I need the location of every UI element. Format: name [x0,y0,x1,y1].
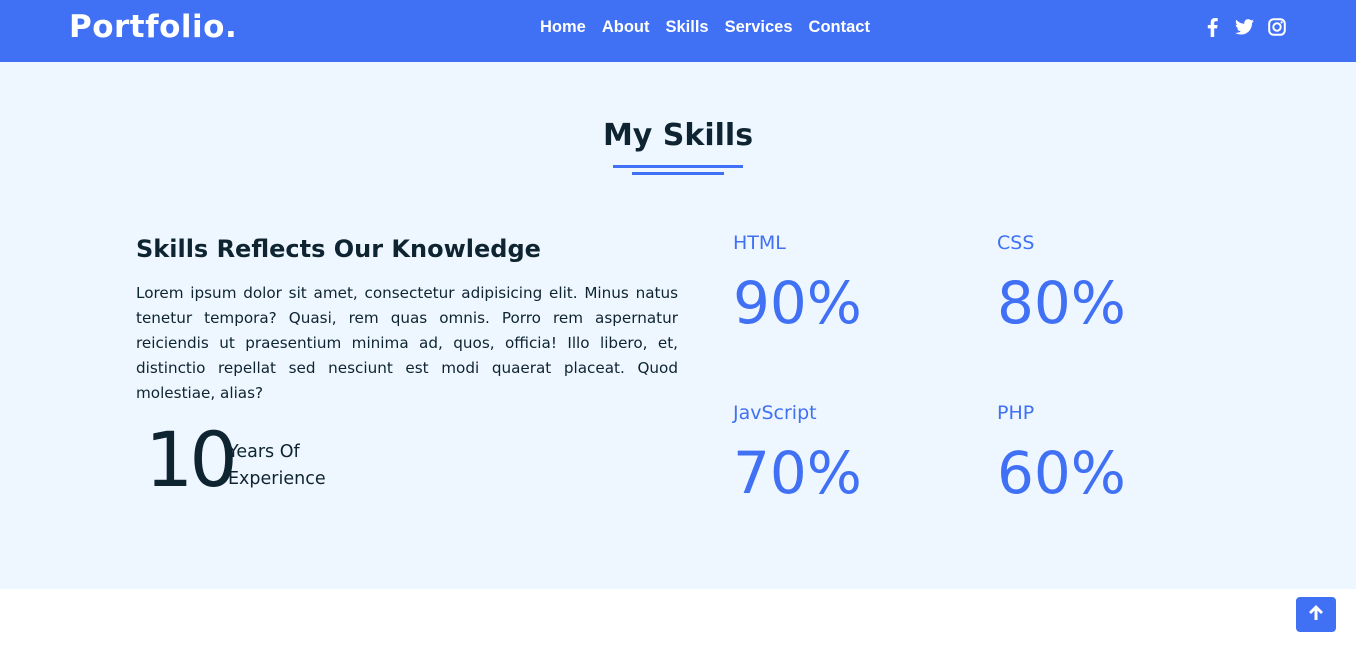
experience-number: 10 [145,415,238,504]
experience-label-line2: Experience [228,469,326,489]
nav-link-skills[interactable]: Skills [666,18,709,37]
skills-section: My Skills Skills Reflects Our Knowledge … [0,62,1356,589]
experience-label-line1: Years Of [228,442,300,462]
arrow-up-icon [1308,604,1324,625]
facebook-icon[interactable] [1203,17,1222,37]
title-underline [613,165,743,168]
skill-name: HTML [733,232,786,254]
skill-card-html: HTML 90% [733,232,862,332]
nav-link-about[interactable]: About [602,18,650,37]
skill-percent: 70% [733,439,862,507]
skill-card-javascript: JavScript 70% [733,402,862,502]
nav-link-contact[interactable]: Contact [809,18,870,37]
scroll-to-top-button[interactable] [1296,597,1336,632]
experience-label: Years Of Experience [228,439,326,493]
skill-card-php: PHP 60% [997,402,1126,502]
social-links [1203,17,1286,37]
nav-link-services[interactable]: Services [725,18,793,37]
navbar: Portfolio. Home About Skills Services Co… [0,0,1356,62]
skill-name: JavScript [733,402,817,424]
skill-percent: 80% [997,269,1126,337]
skills-subheading: Skills Reflects Our Knowledge [136,235,541,263]
skills-description: Lorem ipsum dolor sit amet, consectetur … [136,284,678,402]
skill-percent: 60% [997,439,1126,507]
section-title: My Skills [602,118,754,153]
instagram-icon[interactable] [1267,17,1286,37]
skill-name: CSS [997,232,1035,254]
skill-name: PHP [997,402,1035,424]
skill-percent: 90% [733,269,862,337]
title-underline-short [632,172,724,175]
nav-link-home[interactable]: Home [540,18,586,37]
twitter-icon[interactable] [1235,17,1254,37]
skill-card-css: CSS 80% [997,232,1126,332]
nav-links: Home About Skills Services Contact [540,18,870,37]
logo[interactable]: Portfolio. [69,9,237,45]
